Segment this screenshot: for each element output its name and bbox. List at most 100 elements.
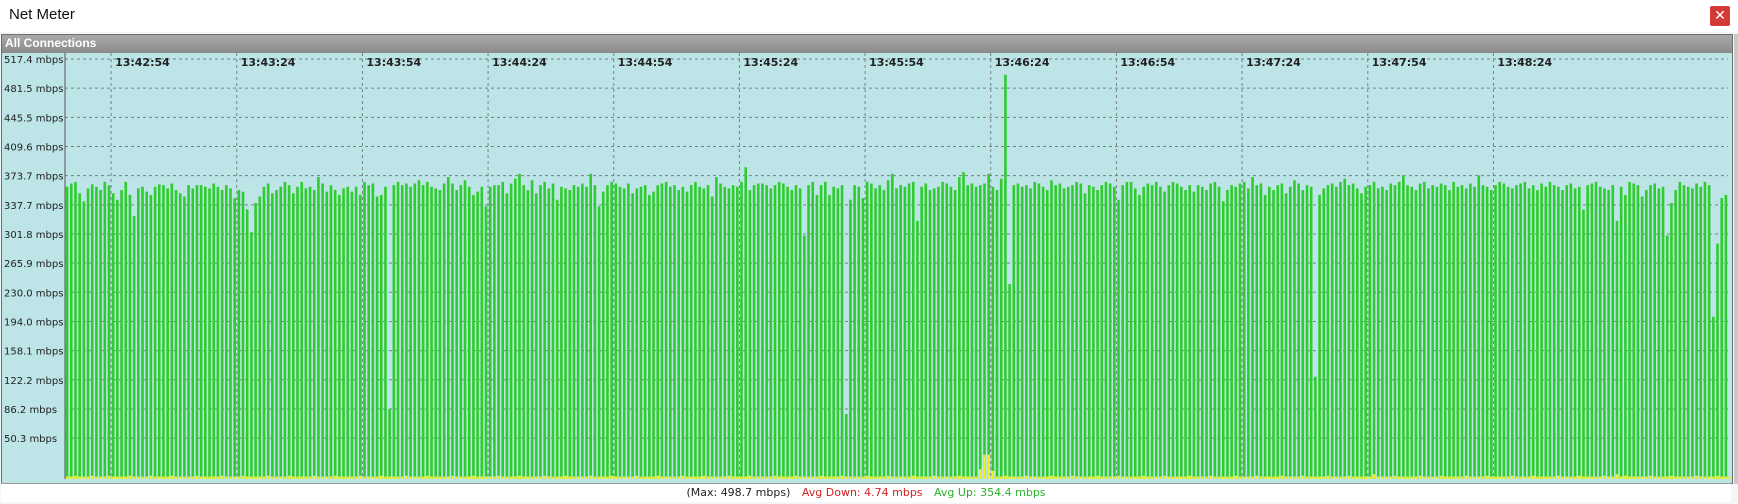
download-bar bbox=[715, 476, 718, 479]
status-bar: (Max: 498.7 mbps) Avg Down: 4.74 mbps Av… bbox=[1, 483, 1731, 502]
upload-bar bbox=[1226, 190, 1229, 480]
download-bar bbox=[359, 475, 362, 479]
upload-bar bbox=[907, 183, 911, 479]
download-bar bbox=[472, 475, 475, 479]
download-bar bbox=[1515, 476, 1518, 479]
connections-header[interactable]: All Connections bbox=[2, 35, 1732, 53]
upload-bar bbox=[715, 177, 718, 479]
status-max: (Max: 498.7 mbps) bbox=[686, 486, 791, 499]
x-tick-label: 13:44:24 bbox=[492, 56, 547, 69]
upload-bar bbox=[765, 185, 768, 479]
download-bar bbox=[1318, 476, 1321, 479]
download-bar bbox=[1573, 476, 1577, 479]
download-bar bbox=[409, 476, 412, 479]
upload-bar bbox=[1456, 186, 1460, 479]
download-bar bbox=[430, 476, 433, 479]
download-bar bbox=[65, 476, 69, 479]
upload-bar bbox=[1590, 183, 1594, 479]
download-bar bbox=[467, 476, 471, 479]
download-bar bbox=[1230, 476, 1233, 479]
download-bar bbox=[379, 475, 383, 479]
download-bar bbox=[170, 475, 174, 479]
download-bar bbox=[1393, 475, 1397, 479]
upload-bar bbox=[1565, 185, 1569, 479]
download-bar bbox=[396, 476, 400, 479]
upload-bar bbox=[279, 186, 283, 479]
upload-bar bbox=[849, 199, 852, 479]
download-bar bbox=[124, 476, 128, 479]
upload-bar bbox=[886, 180, 890, 479]
upload-bar bbox=[1519, 183, 1522, 479]
download-bar bbox=[1125, 476, 1129, 479]
download-bar bbox=[1180, 476, 1183, 479]
download-bar bbox=[953, 476, 957, 479]
download-bar bbox=[308, 476, 312, 479]
title-bar[interactable]: Net Meter ✕ bbox=[0, 0, 1738, 32]
download-bar bbox=[1510, 475, 1514, 479]
download-bar bbox=[1561, 476, 1564, 479]
download-bar bbox=[1004, 475, 1007, 479]
upload-bar bbox=[1410, 186, 1414, 479]
upload-bar bbox=[1075, 181, 1078, 479]
upload-bar bbox=[618, 186, 622, 479]
upload-bar bbox=[631, 193, 634, 480]
download-bar bbox=[1657, 476, 1661, 479]
upload-bar bbox=[727, 188, 731, 479]
download-bar bbox=[815, 476, 819, 479]
upload-bar bbox=[1624, 194, 1627, 479]
download-bar bbox=[505, 476, 509, 479]
upload-bar bbox=[723, 186, 727, 479]
download-bar bbox=[534, 476, 538, 479]
download-bar bbox=[1355, 476, 1359, 479]
download-bar bbox=[149, 475, 153, 479]
download-bar bbox=[962, 476, 965, 479]
download-bar bbox=[400, 476, 404, 479]
x-tick-label: 13:43:24 bbox=[241, 56, 296, 69]
upload-bar bbox=[643, 185, 647, 479]
upload-bar bbox=[1603, 188, 1606, 479]
upload-bar bbox=[627, 183, 630, 479]
download-bar bbox=[1071, 475, 1074, 479]
window-edge bbox=[1734, 34, 1738, 484]
upload-bar bbox=[1682, 185, 1686, 479]
upload-bar bbox=[970, 183, 974, 479]
download-bar bbox=[1351, 476, 1355, 479]
download-bar bbox=[1385, 476, 1388, 479]
download-bar bbox=[1678, 476, 1682, 479]
upload-bar bbox=[1695, 183, 1698, 479]
download-bar bbox=[585, 476, 588, 479]
close-icon: ✕ bbox=[1714, 8, 1726, 24]
upload-bar bbox=[224, 185, 228, 479]
download-bar bbox=[844, 476, 848, 479]
download-bar bbox=[1452, 476, 1455, 479]
upload-bar bbox=[1435, 186, 1439, 479]
upload-bar bbox=[1272, 190, 1275, 480]
upload-bar bbox=[911, 181, 915, 479]
download-bar bbox=[924, 476, 928, 479]
y-tick-label: 194.0 mbps bbox=[4, 318, 63, 329]
upload-bar bbox=[1372, 181, 1376, 479]
download-bar bbox=[756, 476, 760, 479]
upload-bar bbox=[1485, 186, 1489, 479]
download-bar bbox=[1728, 476, 1732, 479]
download-bar bbox=[1305, 476, 1309, 479]
download-bar bbox=[794, 475, 798, 479]
download-bar bbox=[333, 475, 337, 479]
upload-bar bbox=[166, 188, 169, 479]
download-bar bbox=[618, 476, 622, 479]
download-bar bbox=[1046, 476, 1049, 479]
download-bar bbox=[266, 475, 270, 479]
upload-bar bbox=[162, 185, 165, 479]
upload-bar bbox=[199, 185, 203, 479]
download-bar bbox=[689, 476, 693, 479]
upload-bar bbox=[1515, 185, 1518, 479]
upload-bar bbox=[312, 190, 316, 480]
upload-bar bbox=[811, 181, 815, 479]
close-button[interactable]: ✕ bbox=[1710, 6, 1730, 26]
upload-bar bbox=[145, 191, 148, 479]
upload-bar bbox=[694, 181, 697, 479]
download-bar bbox=[949, 476, 953, 479]
download-bar bbox=[581, 476, 584, 479]
y-tick-label: 301.8 mbps bbox=[4, 230, 63, 241]
download-bar bbox=[911, 475, 915, 479]
